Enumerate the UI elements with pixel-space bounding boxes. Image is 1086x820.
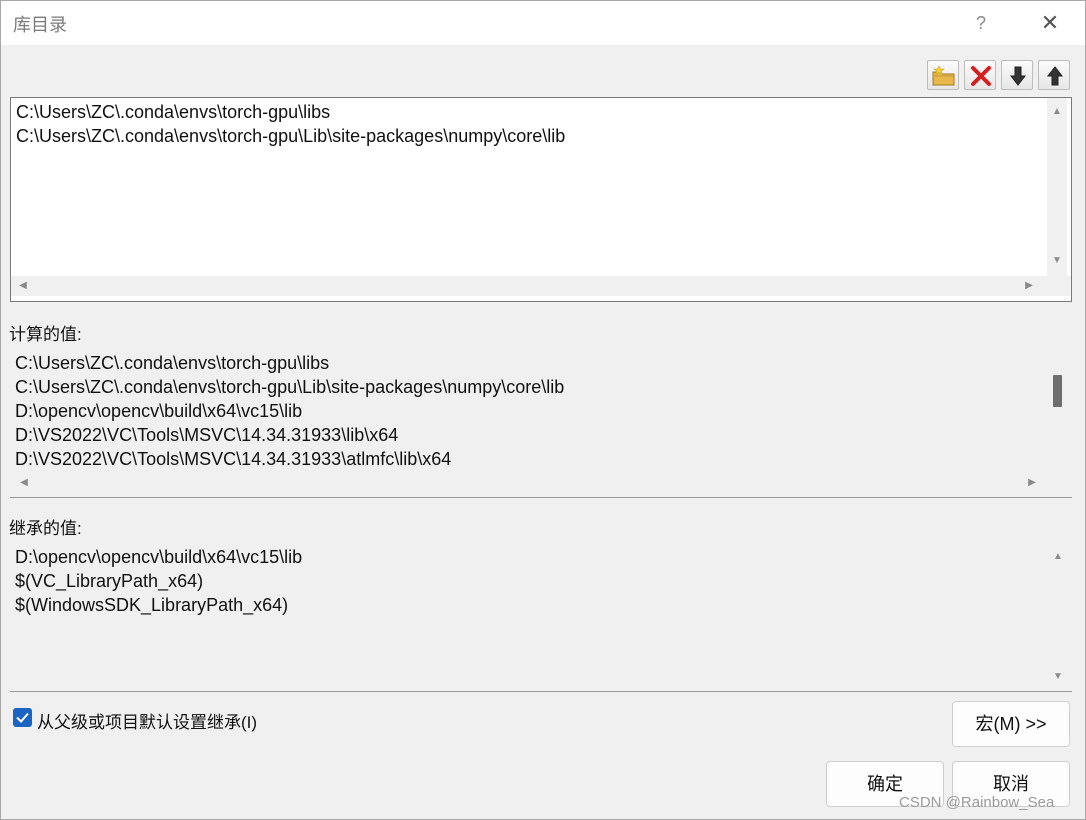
scroll-up-arrow-icon[interactable]: ▲	[1048, 551, 1068, 562]
checkmark-icon	[16, 712, 29, 723]
scroll-right-arrow-icon[interactable]: ▶	[1022, 477, 1042, 488]
directory-list-editor[interactable]: C:\Users\ZC\.conda\envs\torch-gpu\libs C…	[10, 97, 1072, 302]
move-up-button[interactable]	[1038, 60, 1070, 90]
scroll-up-arrow-icon[interactable]: ▲	[1047, 106, 1067, 117]
scrollbar-thumb[interactable]	[1053, 375, 1062, 407]
inherit-checkbox-label[interactable]: 从父级或项目默认设置继承(I)	[37, 708, 257, 733]
vertical-scrollbar[interactable]	[1046, 349, 1066, 473]
evaluated-value-list: C:\Users\ZC\.conda\envs\torch-gpu\libs C…	[10, 349, 1072, 495]
list-item: D:\VS2022\VC\Tools\MSVC\14.34.31933\atlm…	[15, 449, 452, 469]
scroll-left-arrow-icon[interactable]: ◀	[14, 477, 34, 488]
title-bar: 库目录 ? ✕	[1, 1, 1085, 45]
inherited-value-label: 继承的值:	[9, 519, 82, 538]
list-item: $(WindowsSDK_LibraryPath_x64)	[15, 595, 289, 615]
evaluated-value-label: 计算的值:	[9, 325, 82, 344]
help-button[interactable]: ?	[963, 5, 999, 41]
scroll-down-arrow-icon[interactable]: ▼	[1048, 671, 1068, 682]
list-item: $(VC_LibraryPath_x64)	[15, 571, 204, 591]
new-line-button[interactable]	[927, 60, 959, 90]
delete-line-button[interactable]	[964, 60, 996, 90]
list-item: D:\VS2022\VC\Tools\MSVC\14.34.31933\lib\…	[15, 425, 399, 445]
list-item: C:\Users\ZC\.conda\envs\torch-gpu\Lib\si…	[15, 377, 565, 397]
divider	[10, 497, 1072, 498]
vertical-scrollbar[interactable]: ▲ ▼	[1048, 543, 1068, 689]
list-item[interactable]: C:\Users\ZC\.conda\envs\torch-gpu\Lib\si…	[16, 126, 565, 147]
dialog-title: 库目录	[13, 15, 67, 35]
scroll-left-arrow-icon[interactable]: ◀	[13, 280, 33, 291]
scroll-down-arrow-icon[interactable]: ▼	[1047, 255, 1067, 266]
horizontal-scrollbar[interactable]: ◀ ▶	[11, 276, 1071, 296]
scroll-right-arrow-icon[interactable]: ▶	[1019, 280, 1039, 291]
divider	[10, 691, 1072, 692]
move-down-button[interactable]	[1001, 60, 1033, 90]
inherited-value-list: D:\opencv\opencv\build\x64\vc15\lib $(VC…	[10, 543, 1072, 689]
library-directories-dialog: 库目录 ? ✕ C:\Users\ZC\.conda\envs\torch-gp…	[0, 0, 1086, 820]
list-item: C:\Users\ZC\.conda\envs\torch-gpu\libs	[15, 353, 330, 373]
watermark: CSDN @Rainbow_Sea	[899, 794, 1055, 811]
close-button[interactable]: ✕	[1031, 5, 1069, 41]
vertical-scrollbar[interactable]: ▲ ▼	[1047, 98, 1067, 276]
list-item: D:\opencv\opencv\build\x64\vc15\lib	[15, 547, 303, 567]
macros-button[interactable]: 宏(M) >>	[952, 701, 1070, 747]
horizontal-scrollbar[interactable]: ◀ ▶	[10, 473, 1070, 493]
list-item[interactable]: C:\Users\ZC\.conda\envs\torch-gpu\libs	[16, 102, 330, 123]
list-item: D:\opencv\opencv\build\x64\vc15\lib	[15, 401, 303, 421]
inherit-checkbox[interactable]	[13, 708, 32, 727]
